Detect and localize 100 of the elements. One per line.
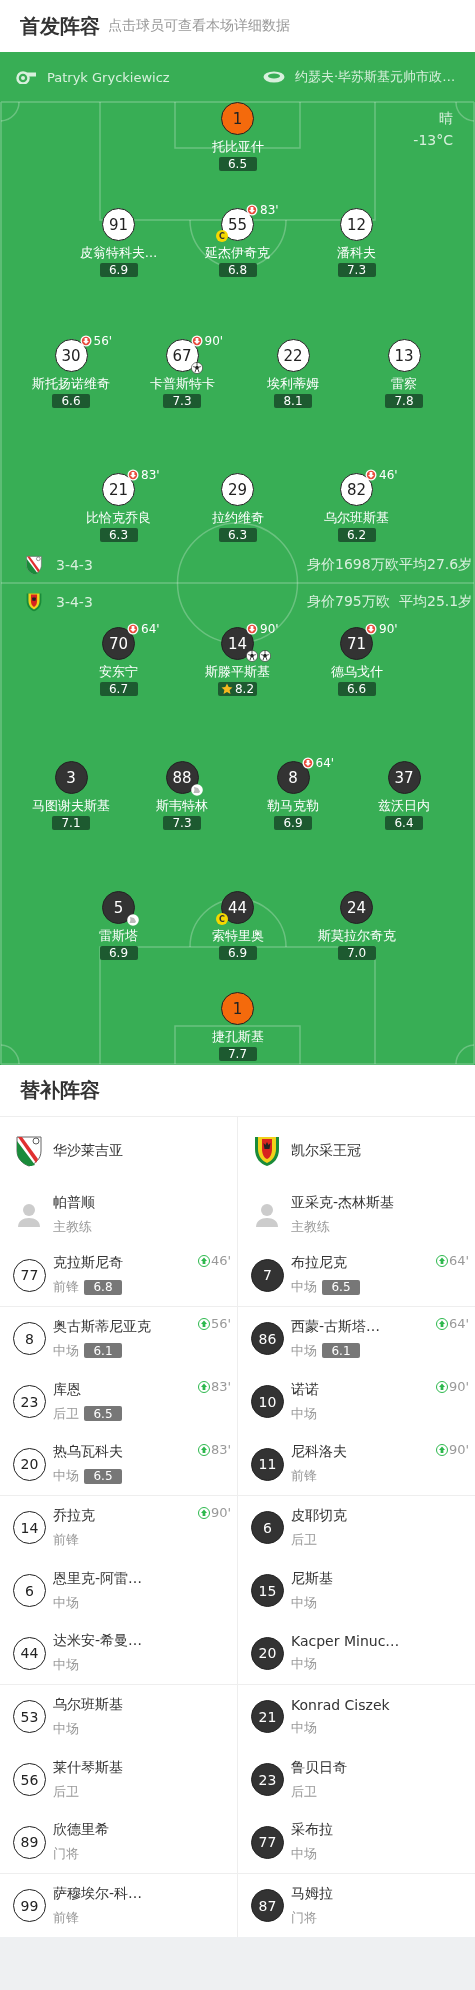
player-name[interactable]: 乌尔班斯基 — [53, 1695, 123, 1714]
player-name[interactable]: 热乌瓦科夫 — [53, 1443, 123, 1461]
player-number[interactable]: 99 — [13, 1889, 46, 1922]
player-rating: 7.0 — [337, 946, 376, 960]
player-number[interactable]: 86 — [251, 1322, 284, 1355]
player-number[interactable]: 53 — [13, 1700, 46, 1733]
player-rating: 6.8 — [218, 263, 257, 277]
player-position: 后卫 — [53, 1404, 79, 1423]
player-name[interactable]: Kacper Minuc… — [291, 1633, 400, 1649]
player-number[interactable]: 30 — [54, 339, 88, 372]
player-name[interactable]: 诺诺 — [291, 1380, 319, 1399]
substituted-on-icon — [197, 1506, 210, 1519]
player-rating: 6.6 — [337, 682, 376, 696]
formation: 3-4-3 — [56, 557, 94, 573]
substitution-minute: 90' — [448, 1379, 469, 1394]
player-number[interactable]: 8 — [13, 1322, 46, 1355]
player-name[interactable]: 皮耶切克 — [291, 1506, 347, 1525]
player-position: 门将 — [291, 1908, 317, 1927]
player-rating: 6.5 — [84, 1468, 122, 1484]
player-number[interactable]: 91 — [102, 208, 135, 241]
substituted-on-icon — [435, 1443, 448, 1456]
player-name[interactable]: 莱什琴斯基 — [53, 1758, 123, 1777]
player-number[interactable]: 3 — [54, 761, 88, 794]
player-number[interactable]: 13 — [387, 339, 421, 372]
player-number[interactable]: 29 — [221, 473, 254, 506]
person-silhouette-icon — [18, 1202, 40, 1227]
player-name[interactable]: 鲁贝日奇 — [291, 1758, 347, 1777]
player-number[interactable]: 7 — [251, 1258, 284, 1292]
player-rating: 7.3 — [337, 263, 376, 277]
player-number[interactable]: 88 — [165, 761, 199, 794]
player-number[interactable]: 21 — [102, 473, 135, 506]
team-value: 身价1698万欧 — [307, 556, 399, 574]
player-number[interactable]: 56 — [13, 1763, 46, 1796]
player-name[interactable]: 采布拉 — [291, 1821, 333, 1839]
player-number[interactable]: 11 — [251, 1447, 284, 1481]
player-name[interactable]: 尼斯基 — [291, 1569, 333, 1588]
player-name[interactable]: 西蒙-古斯塔… — [291, 1317, 381, 1336]
player-name[interactable]: 布拉尼克 — [291, 1254, 360, 1272]
player-name[interactable]: Konrad Ciszek — [291, 1696, 390, 1713]
player-name[interactable]: 达米安-希曼… — [53, 1632, 143, 1650]
player-name[interactable]: 乔拉克 — [53, 1506, 95, 1525]
player-number[interactable]: 70 — [102, 627, 135, 660]
substitution-minute: 46' — [379, 468, 398, 482]
player-number[interactable]: 12 — [340, 208, 373, 241]
player-number[interactable]: 8 — [276, 761, 310, 794]
player-number[interactable]: 20 — [251, 1636, 284, 1670]
substitution-minute: 90' — [210, 1505, 231, 1520]
player-name[interactable]: 克拉斯尼奇 — [53, 1254, 123, 1272]
player-number[interactable]: 20 — [13, 1447, 46, 1481]
substitution-minute: 83' — [210, 1442, 231, 1457]
player-number[interactable]: 1 — [221, 992, 254, 1025]
player-number[interactable]: 14 — [13, 1511, 46, 1544]
coach-name[interactable]: 帕普顺 — [53, 1193, 95, 1212]
player-number[interactable]: 82 — [340, 473, 373, 506]
player-number[interactable]: 23 — [251, 1763, 284, 1796]
player-name[interactable]: 库恩 — [53, 1380, 122, 1399]
player-number[interactable]: 77 — [13, 1258, 46, 1292]
player-number[interactable]: 37 — [387, 761, 421, 794]
player-number[interactable]: 24 — [340, 891, 373, 924]
player-name[interactable]: 尼科洛夫 — [291, 1443, 347, 1461]
player-name[interactable]: 恩里克-阿雷… — [53, 1569, 143, 1588]
player-number[interactable]: 71 — [340, 627, 373, 660]
player-name[interactable]: 萨穆埃尔-科… — [53, 1884, 143, 1903]
player-number[interactable]: 89 — [13, 1825, 46, 1859]
player-rating: 7.8 — [385, 394, 423, 408]
player-name[interactable]: 马姆拉 — [291, 1884, 333, 1903]
player-number[interactable]: 21 — [251, 1700, 284, 1733]
captain-badge: C — [216, 913, 228, 925]
player-number[interactable]: 22 — [276, 339, 310, 372]
player-rating: 6.9 — [274, 816, 312, 830]
football-icon — [190, 362, 203, 374]
player-number[interactable]: 87 — [251, 1889, 284, 1922]
coach-role: 主教练 — [291, 1217, 331, 1236]
player-number[interactable]: 6 — [13, 1574, 46, 1607]
player-rating: 6.1 — [322, 1343, 360, 1358]
player-rating: 6.5 — [218, 157, 257, 171]
player-number[interactable]: 23 — [13, 1385, 46, 1418]
player-rating: 8.2 — [217, 682, 258, 696]
boot-icon — [127, 914, 139, 926]
player-number[interactable]: 10 — [251, 1385, 284, 1418]
player-name[interactable]: 奥古斯蒂尼亚克 — [53, 1317, 151, 1336]
coach-name[interactable]: 亚采克-杰林斯基 — [291, 1193, 395, 1212]
player-position: 中场 — [53, 1467, 79, 1485]
substituted-off-icon — [246, 623, 258, 635]
player-number[interactable]: 6 — [251, 1511, 284, 1544]
substituted-off-icon — [365, 623, 377, 635]
player-name[interactable]: 欣德里希 — [53, 1821, 109, 1839]
player-number[interactable]: 44 — [13, 1636, 46, 1670]
player-number[interactable]: 1 — [221, 102, 254, 135]
player-position: 中场 — [291, 1278, 317, 1296]
player-number[interactable]: 15 — [251, 1574, 284, 1607]
temperature: -13°C — [413, 132, 453, 148]
substitution-minute: 90' — [379, 622, 398, 636]
player-rating: 7.3 — [163, 394, 201, 408]
player-number[interactable]: 77 — [251, 1825, 284, 1859]
substituted-off-icon — [301, 757, 314, 769]
team-name: 凯尔采王冠 — [291, 1142, 361, 1160]
player-number[interactable]: 5 — [102, 891, 135, 924]
substituted-off-icon — [127, 623, 139, 635]
player-rating: 6.9 — [218, 946, 257, 960]
